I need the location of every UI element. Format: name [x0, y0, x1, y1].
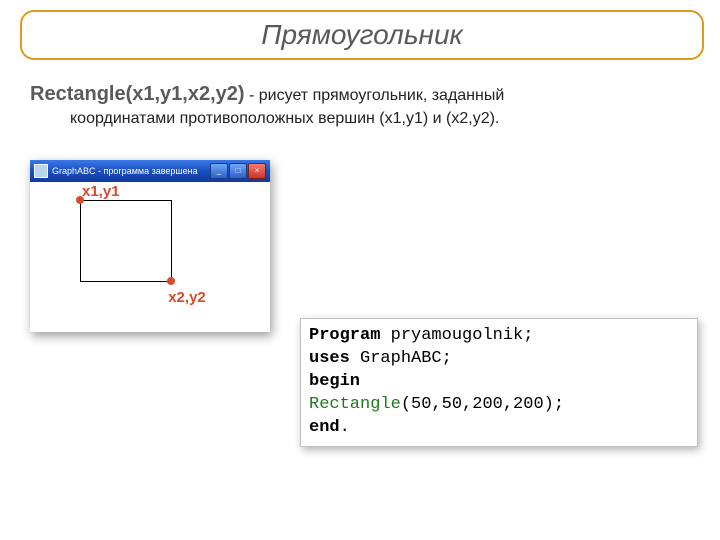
titlebar: GraphABC - программа завершена _ □ ×	[30, 160, 270, 182]
app-icon	[34, 164, 48, 178]
function-call: Rectangle	[309, 395, 401, 414]
close-button[interactable]: ×	[248, 163, 266, 179]
drawn-rectangle	[80, 200, 172, 282]
title-box: Прямоугольник	[20, 10, 704, 60]
desc-text-1: - рисует прямоугольник, заданный	[245, 87, 505, 104]
function-args: (50,50,200,200);	[401, 395, 564, 414]
code-listing: Program pryamougolnik; uses GraphABC; be…	[300, 318, 698, 447]
minimize-button[interactable]: _	[210, 163, 228, 179]
maximize-button[interactable]: □	[229, 163, 247, 179]
keyword-begin: begin	[309, 372, 360, 391]
vertex-label-1: x1,y1	[82, 184, 126, 200]
vertex-dot-2	[167, 277, 175, 285]
vertex-label-2: x2,y2	[165, 290, 209, 306]
keyword-uses: uses	[309, 349, 350, 368]
window-buttons: _ □ ×	[210, 163, 266, 179]
desc-function-signature: Rectangle(x1,y1,x2,y2)	[30, 83, 245, 105]
app-window: GraphABC - программа завершена _ □ × x1,…	[30, 160, 270, 332]
program-name: pryamougolnik;	[380, 326, 533, 345]
keyword-end: end	[309, 418, 340, 437]
keyword-program: Program	[309, 326, 380, 345]
page-title: Прямоугольник	[261, 19, 463, 51]
description: Rectangle(x1,y1,x2,y2) - рисует прямоуго…	[30, 80, 690, 130]
code-line-4: Rectangle(50,50,200,200);	[309, 394, 689, 417]
window-title: GraphABC - программа завершена	[52, 166, 210, 176]
desc-text-2: координатами противоположных вершин (x1,…	[70, 108, 690, 130]
code-line-1: Program pryamougolnik;	[309, 325, 689, 348]
code-line-2: uses GraphABC;	[309, 348, 689, 371]
code-line-5: end.	[309, 417, 689, 440]
end-dot: .	[340, 418, 350, 437]
client-area: x1,y1 x2,y2	[30, 182, 270, 332]
code-line-3: begin	[309, 371, 689, 394]
unit-name: GraphABC;	[350, 349, 452, 368]
